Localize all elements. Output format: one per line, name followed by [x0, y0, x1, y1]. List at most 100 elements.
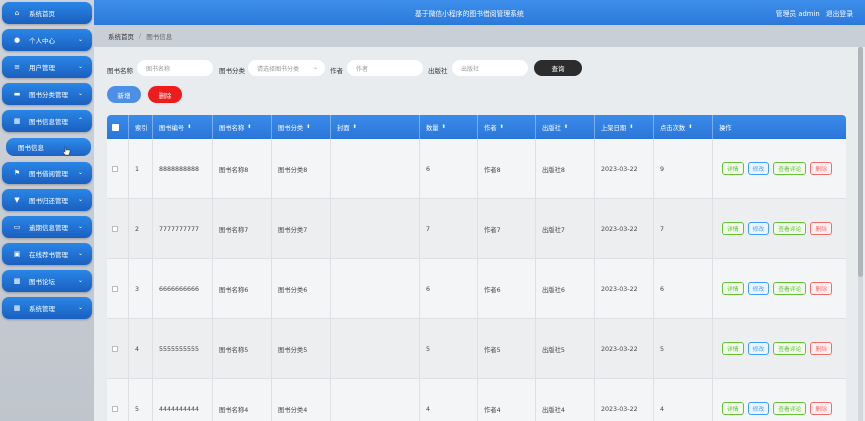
row-checkbox[interactable]	[112, 166, 118, 172]
cell-date: 2023-03-22	[595, 319, 654, 379]
cell-pub: 出版社5	[536, 319, 595, 379]
select-cell	[107, 379, 129, 421]
sidebar-item-books[interactable]: ▦ 图书信息管理 ⌃	[2, 110, 92, 132]
cell-date: 2023-03-22	[595, 139, 654, 199]
view-comments-button[interactable]: 查看评论	[773, 162, 807, 175]
cell-idx: 5	[129, 379, 153, 421]
column-header[interactable]: 作者 ⬍	[478, 115, 536, 139]
sidebar-item-return[interactable]: ▼ 图书归还管理 ⌄	[2, 189, 92, 211]
detail-button[interactable]: 详情	[722, 342, 744, 355]
publisher-input[interactable]: 出版社	[452, 60, 528, 76]
column-label: 出版社	[542, 124, 561, 132]
author-label: 作者	[330, 67, 343, 75]
breadcrumb: 系统首页 / 图书信息	[94, 25, 865, 47]
sidebar-item-users[interactable]: ≡ 用户管理 ⌄	[2, 56, 92, 78]
cell-no: 8888888888	[153, 139, 213, 199]
sidebar-item-label: 图书分类管理	[29, 91, 68, 99]
table-row: 1 8888888888 图书名称8 图书分类8 6 作者8 出版社8 2023-03-22 9…	[107, 139, 846, 199]
detail-button[interactable]: 详情	[722, 162, 744, 175]
row-checkbox[interactable]	[112, 226, 118, 232]
row-actions: 详情 修改 查看评论 删除	[722, 222, 833, 235]
table-row: 3 6666666666 图书名称6 图书分类6 6 作者6 出版社6 2023-03-22 6…	[107, 259, 846, 319]
view-comments-button[interactable]: 查看评论	[773, 342, 807, 355]
placeholder: 请选择图书分类	[257, 65, 300, 73]
row-delete-button[interactable]: 删除	[810, 162, 833, 175]
column-header[interactable]: 点击次数 ⬍	[654, 115, 713, 139]
column-header[interactable]: 图书名称 ⬍	[213, 115, 272, 139]
hand-cursor-icon	[62, 146, 71, 156]
detail-button[interactable]: 详情	[722, 222, 744, 235]
row-delete-button[interactable]: 删除	[810, 342, 833, 355]
cell-clicks: 7	[654, 199, 713, 259]
flag-icon: ⚑	[13, 168, 21, 177]
cell-idx: 1	[129, 139, 153, 199]
cell-cat: 图书分类4	[272, 379, 331, 421]
submenu-book-info[interactable]: 图书信息	[6, 138, 91, 156]
sort-icon: ⬍	[352, 124, 357, 130]
select-all-checkbox[interactable]	[112, 124, 119, 131]
sidebar-item-label: 图书论坛	[29, 278, 55, 286]
column-header[interactable]: 数量 ⬍	[420, 115, 478, 139]
row-delete-button[interactable]: 删除	[810, 402, 833, 415]
sidebar-item-overdue[interactable]: ▭ 逾期信息管理 ⌄	[2, 216, 92, 238]
edit-button[interactable]: 修改	[747, 162, 770, 175]
sidebar-item-forum[interactable]: ▩ 图书论坛 ⌄	[2, 270, 92, 292]
column-header[interactable]: 封面 ⬍	[331, 115, 420, 139]
row-delete-button[interactable]: 删除	[810, 222, 833, 235]
row-checkbox[interactable]	[112, 346, 118, 352]
breadcrumb-separator: /	[139, 32, 142, 40]
sidebar-item-recommend[interactable]: ▣ 在线荐书管理 ⌄	[2, 243, 92, 265]
edit-button[interactable]: 修改	[747, 282, 770, 295]
sidebar-item-profile[interactable]: ● 个人中心 ⌄	[2, 29, 92, 51]
book-name-input[interactable]: 图书名称	[137, 60, 213, 76]
cell-pub: 出版社7	[536, 199, 595, 259]
sidebar-item-system[interactable]: ▦ 系统管理 ⌄	[2, 297, 92, 319]
cell-author: 作者6	[478, 259, 536, 319]
edit-button[interactable]: 修改	[747, 222, 770, 235]
row-delete-button[interactable]: 删除	[810, 282, 833, 295]
cell-cat: 图书分类6	[272, 259, 331, 319]
table-row: 2 7777777777 图书名称7 图书分类7 7 作者7 出版社7 2023-03-22 7…	[107, 199, 846, 259]
view-comments-button[interactable]: 查看评论	[773, 222, 807, 235]
author-input[interactable]: 作者	[347, 60, 423, 76]
placeholder: 图书名称	[146, 65, 171, 73]
breadcrumb-home[interactable]: 系统首页	[108, 31, 134, 41]
sidebar-item-label: 逾期信息管理	[29, 224, 68, 232]
category-select[interactable]: 请选择图书分类 ⌄	[248, 60, 325, 76]
column-header[interactable]: 图书编号 ⬍	[153, 115, 213, 139]
cell-cat: 图书分类8	[272, 139, 331, 199]
edit-button[interactable]: 修改	[747, 342, 770, 355]
cell-cat: 图书分类7	[272, 199, 331, 259]
add-button[interactable]: 新增	[107, 86, 141, 103]
sidebar: ⌂ 系统首页 ● 个人中心 ⌄ ≡ 用户管理 ⌄ ▬ 图书分类管理 ⌄ ▦ 图书…	[0, 0, 94, 421]
user-icon: ●	[13, 35, 21, 44]
row-checkbox[interactable]	[112, 406, 118, 412]
scrollbar-thumb[interactable]	[858, 47, 863, 277]
page-scrollbar[interactable]	[858, 47, 863, 421]
column-label: 点击次数	[660, 124, 686, 132]
delete-button[interactable]: 删除	[148, 86, 182, 103]
search-button[interactable]: 查询	[534, 60, 582, 76]
view-comments-button[interactable]: 查看评论	[773, 402, 807, 415]
sidebar-item-label: 图书归还管理	[29, 197, 68, 205]
chat-icon: ▩	[13, 276, 21, 285]
cell-name: 图书名称8	[213, 139, 272, 199]
table-row: 4 5555555555 图书名称5 图书分类5 5 作者5 出版社5 2023-03-22 5…	[107, 319, 846, 379]
cell-clicks: 5	[654, 319, 713, 379]
view-comments-button[interactable]: 查看评论	[773, 282, 807, 295]
logout-link[interactable]: 退出登录	[826, 10, 853, 18]
column-header[interactable]: 上架日期 ⬍	[595, 115, 654, 139]
edit-button[interactable]: 修改	[747, 402, 770, 415]
column-header[interactable]: 出版社 ⬍	[536, 115, 595, 139]
sidebar-item-home[interactable]: ⌂ 系统首页	[2, 2, 92, 24]
detail-button[interactable]: 详情	[722, 402, 744, 415]
sort-icon: ⬍	[306, 124, 311, 130]
sidebar-item-label: 图书信息管理	[29, 118, 68, 126]
row-checkbox[interactable]	[112, 286, 118, 292]
row-actions: 详情 修改 查看评论 删除	[722, 342, 833, 355]
sidebar-item-borrow[interactable]: ⚑ 图书借阅管理 ⌄	[2, 162, 92, 184]
sidebar-item-category[interactable]: ▬ 图书分类管理 ⌄	[2, 83, 92, 105]
cell-qty: 6	[420, 139, 478, 199]
column-header[interactable]: 图书分类 ⬍	[272, 115, 331, 139]
detail-button[interactable]: 详情	[722, 282, 744, 295]
